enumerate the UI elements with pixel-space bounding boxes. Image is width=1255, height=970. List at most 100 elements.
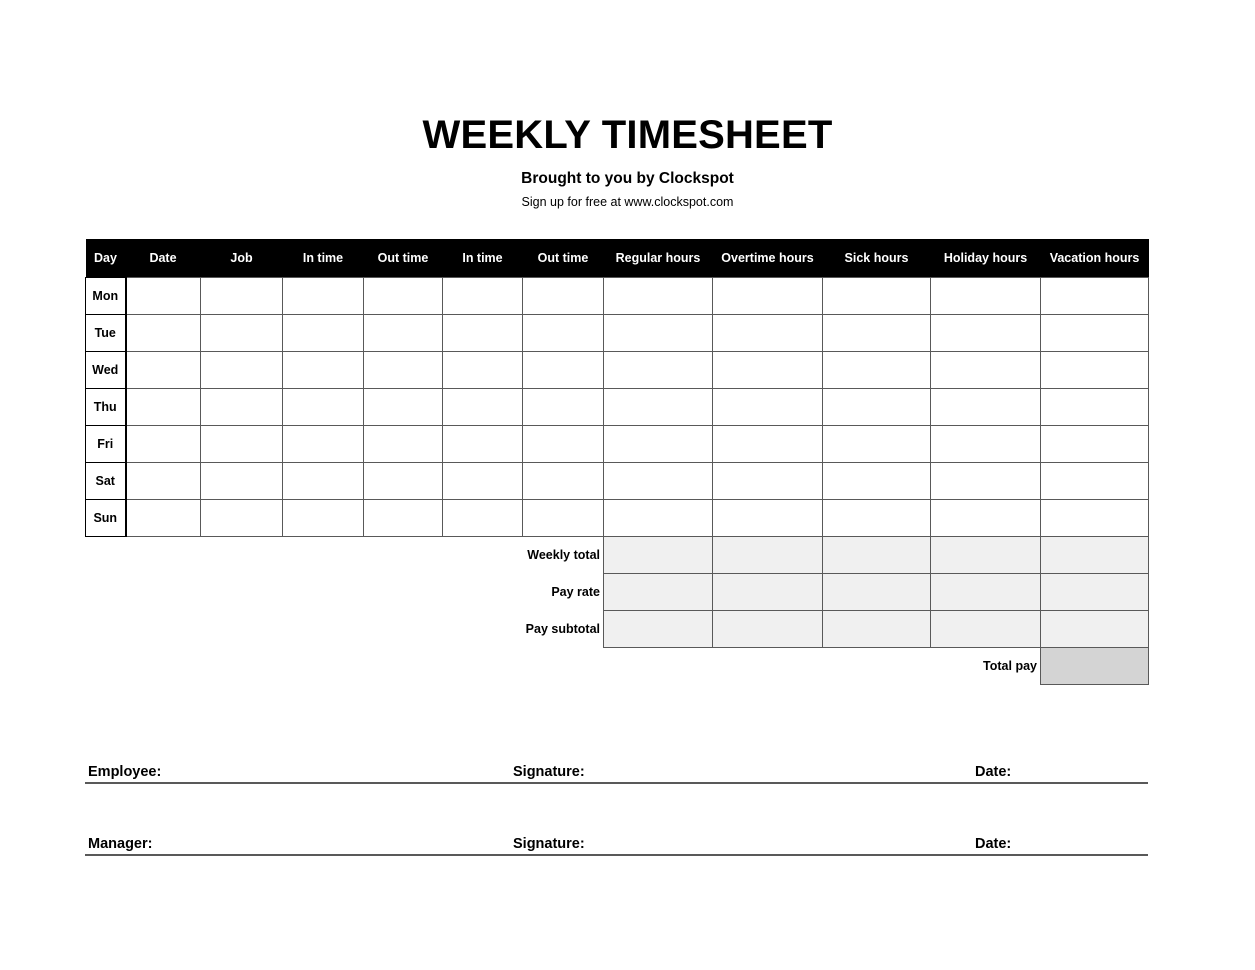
cell-regular-hours[interactable] [603,424,713,463]
cell-holiday-hours[interactable] [930,461,1041,500]
cell-out-time-1[interactable] [363,387,443,426]
cell-out-time-2[interactable] [522,498,604,537]
cell-vacation-hours[interactable] [1040,313,1149,352]
cell-vacation-hours[interactable] [1040,498,1149,537]
cell-out-time-1[interactable] [363,313,443,352]
cell-in-time-2[interactable] [442,350,523,389]
cell-out-time-1[interactable] [363,276,443,315]
cell-overtime-hours[interactable] [712,350,823,389]
cell-in-time-2[interactable] [442,276,523,315]
cell-in-time-2[interactable] [442,498,523,537]
cell-in-time-1[interactable] [282,350,364,389]
cell-overtime-hours[interactable] [712,461,823,500]
cell-holiday-hours[interactable] [930,350,1041,389]
total-pay-value[interactable] [1040,646,1149,685]
weekly-total-vacation[interactable] [1040,535,1149,574]
cell-sick-hours[interactable] [822,424,931,463]
cell-overtime-hours[interactable] [712,424,823,463]
cell-job[interactable] [200,350,283,389]
cell-holiday-hours[interactable] [930,276,1041,315]
cell-holiday-hours[interactable] [930,498,1041,537]
cell-regular-hours[interactable] [603,461,713,500]
pay-subtotal-overtime[interactable] [712,609,823,648]
cell-in-time-1[interactable] [282,424,364,463]
pay-rate-sick[interactable] [822,572,931,611]
cell-overtime-hours[interactable] [712,498,823,537]
cell-job[interactable] [200,461,283,500]
cell-sick-hours[interactable] [822,498,931,537]
cell-in-time-2[interactable] [442,313,523,352]
cell-date[interactable] [125,461,201,500]
cell-out-time-1[interactable] [363,461,443,500]
cell-vacation-hours[interactable] [1040,424,1149,463]
pay-subtotal-regular[interactable] [603,609,713,648]
cell-holiday-hours[interactable] [930,424,1041,463]
cell-sick-hours[interactable] [822,313,931,352]
cell-date[interactable] [125,276,201,315]
cell-vacation-hours[interactable] [1040,387,1149,426]
cell-job[interactable] [200,498,283,537]
pay-subtotal-sick[interactable] [822,609,931,648]
cell-regular-hours[interactable] [603,276,713,315]
cell-overtime-hours[interactable] [712,387,823,426]
document-heading: WEEKLY TIMESHEET Brought to you by Clock… [0,112,1255,210]
weekly-total-holiday[interactable] [930,535,1041,574]
cell-out-time-2[interactable] [522,387,604,426]
cell-job[interactable] [200,276,283,315]
cell-sick-hours[interactable] [822,461,931,500]
pay-rate-holiday[interactable] [930,572,1041,611]
cell-in-time-2[interactable] [442,424,523,463]
cell-in-time-2[interactable] [442,387,523,426]
cell-out-time-1[interactable] [363,498,443,537]
cell-out-time-2[interactable] [522,313,604,352]
cell-holiday-hours[interactable] [930,313,1041,352]
cell-holiday-hours[interactable] [930,387,1041,426]
pay-rate-vacation[interactable] [1040,572,1149,611]
cell-in-time-1[interactable] [282,313,364,352]
cell-date[interactable] [125,387,201,426]
cell-regular-hours[interactable] [603,387,713,426]
cell-vacation-hours[interactable] [1040,276,1149,315]
cell-sick-hours[interactable] [822,350,931,389]
weekly-total-regular[interactable] [603,535,713,574]
column-header-holiday-hours: Holiday hours [930,239,1041,277]
cell-date[interactable] [125,313,201,352]
cell-in-time-1[interactable] [282,276,364,315]
table-row: Fri [85,424,1149,463]
cell-overtime-hours[interactable] [712,276,823,315]
cell-in-time-1[interactable] [282,461,364,500]
cell-in-time-1[interactable] [282,387,364,426]
cell-sick-hours[interactable] [822,276,931,315]
cell-job[interactable] [200,424,283,463]
cell-out-time-2[interactable] [522,350,604,389]
cell-out-time-1[interactable] [363,350,443,389]
cell-vacation-hours[interactable] [1040,350,1149,389]
cell-out-time-2[interactable] [522,276,604,315]
pay-rate-overtime[interactable] [712,572,823,611]
manager-date-label: Date: [975,836,1012,852]
cell-out-time-2[interactable] [522,424,604,463]
day-label: Wed [85,350,127,389]
cell-in-time-2[interactable] [442,461,523,500]
cell-job[interactable] [200,387,283,426]
cell-overtime-hours[interactable] [712,313,823,352]
weekly-total-overtime[interactable] [712,535,823,574]
cell-date[interactable] [125,498,201,537]
cell-regular-hours[interactable] [603,350,713,389]
summary-row-pay-rate: Pay rate [86,572,1149,611]
cell-date[interactable] [125,424,201,463]
cell-date[interactable] [125,350,201,389]
cell-out-time-2[interactable] [522,461,604,500]
cell-job[interactable] [200,313,283,352]
pay-subtotal-vacation[interactable] [1040,609,1149,648]
cell-sick-hours[interactable] [822,387,931,426]
cell-vacation-hours[interactable] [1040,461,1149,500]
pay-subtotal-holiday[interactable] [930,609,1041,648]
employee-signature-label: Signature: [513,764,585,780]
cell-regular-hours[interactable] [603,498,713,537]
cell-regular-hours[interactable] [603,313,713,352]
pay-rate-regular[interactable] [603,572,713,611]
cell-out-time-1[interactable] [363,424,443,463]
weekly-total-sick[interactable] [822,535,931,574]
cell-in-time-1[interactable] [282,498,364,537]
